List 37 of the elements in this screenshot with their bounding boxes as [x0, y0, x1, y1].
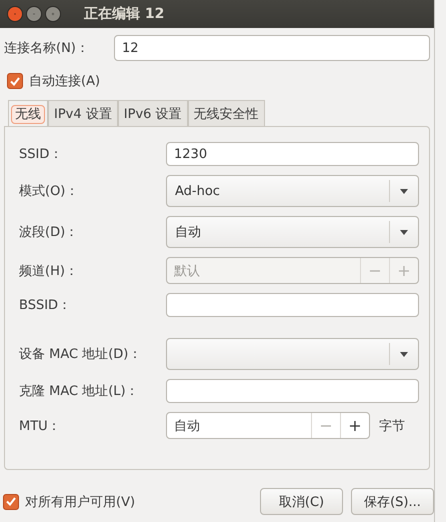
field-label: BSSID： — [19, 297, 72, 315]
window-title: 正在编辑 12 — [84, 5, 164, 23]
dialog-button[interactable]: 取消(C) — [260, 488, 343, 515]
name-field[interactable]: 12 — [114, 35, 430, 61]
caret-icon — [400, 352, 408, 356]
text-field[interactable]: 1230 — [166, 142, 419, 166]
minimize-icon — [33, 13, 35, 15]
checkbox[interactable] — [7, 73, 23, 89]
increment-button[interactable]: + — [340, 413, 369, 438]
minimize-button[interactable] — [26, 6, 42, 22]
caret-icon — [400, 230, 408, 234]
dropdown[interactable]: Ad-hoc — [166, 175, 419, 207]
text-field[interactable] — [166, 379, 419, 403]
text-field[interactable] — [166, 293, 419, 317]
tab[interactable]: IPv6 设置 — [118, 100, 188, 126]
checkbox-label: 对所有用户可用(V) — [25, 494, 136, 510]
tab[interactable]: 无线 — [8, 100, 48, 126]
field-label: 连接名称(N)： — [4, 40, 90, 57]
field-label: 设备 MAC 地址(D)： — [19, 346, 142, 364]
field-label: SSID： — [19, 146, 64, 164]
field-label: MTU： — [19, 418, 62, 436]
check-icon — [6, 497, 16, 506]
field-label: 频道(H)： — [19, 262, 79, 280]
field-label: 模式(O)： — [19, 183, 80, 201]
dropdown[interactable]: 自动 — [166, 216, 419, 248]
maximize-button[interactable] — [45, 6, 61, 22]
dialog-button[interactable]: 保存(S)... — [351, 488, 434, 515]
check-icon — [10, 76, 20, 86]
caret-icon — [400, 188, 408, 194]
tab[interactable]: IPv4 设置 — [48, 100, 118, 126]
field-label: 波段(D)： — [19, 224, 80, 242]
close-button[interactable] — [7, 6, 23, 22]
checkbox-label: 自动连接(A) — [29, 73, 100, 90]
unit-label: 字节 — [379, 418, 405, 434]
tab[interactable]: 无线安全性 — [188, 100, 265, 126]
checkbox[interactable] — [3, 494, 19, 510]
field-label: 克隆 MAC 地址(L)： — [19, 383, 140, 401]
